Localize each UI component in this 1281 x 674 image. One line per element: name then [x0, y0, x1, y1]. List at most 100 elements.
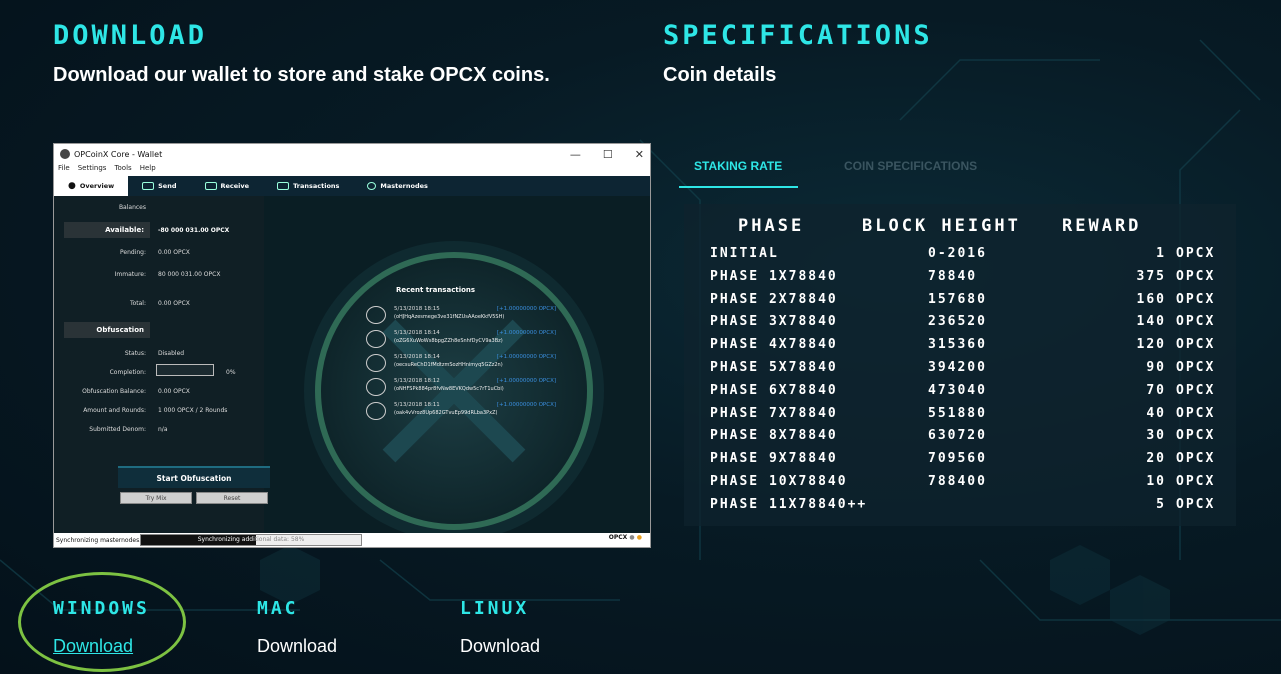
specifications-title: SPECIFICATIONS: [663, 20, 933, 51]
specifications-subtitle: Coin details: [663, 64, 777, 86]
immature-label: Immature:: [114, 271, 146, 278]
os-title-linux: LINUX: [460, 598, 530, 619]
cell-phase: PHASE 4X78840: [710, 337, 838, 353]
cell-reward: 375: [1136, 268, 1166, 284]
wallet-tab-receive: Receive: [191, 176, 264, 196]
table-row: PHASE 5X78840 394200 90 OPCX: [684, 360, 1236, 383]
wallet-statusbar: Synchronizing masternodes... Synchronizi…: [54, 533, 650, 547]
cell-phase: PHASE 5X78840: [710, 360, 838, 375]
menu-settings: Settings: [77, 164, 107, 172]
menu-help: Help: [139, 164, 156, 172]
tab-coin-specifications[interactable]: COIN SPECIFICATIONS: [844, 159, 977, 173]
cell-block: 0-2016: [928, 246, 987, 261]
wallet-titlebar: OPCoinX Core - Wallet — ☐ ✕: [54, 144, 650, 164]
menu-file: File: [58, 164, 70, 172]
cell-reward: 90: [1146, 360, 1166, 375]
denom-label: Submitted Denom:: [89, 426, 146, 433]
cell-block: 709560: [928, 451, 987, 467]
obfuscation-header: Obfuscation: [64, 322, 150, 338]
wallet-tab-overview: ● Overview: [54, 176, 129, 196]
cell-phase: PHASE 6X78840: [710, 382, 838, 398]
maximize-icon: ☐: [602, 147, 613, 161]
download-link-linux[interactable]: Download: [460, 636, 540, 657]
cell-reward: 120: [1136, 337, 1166, 353]
cell-phase: PHASE 9X78840: [710, 451, 838, 467]
status-left-text: Synchronizing masternodes...: [56, 536, 145, 544]
cell-unit: OPCX: [1176, 428, 1216, 444]
rounds-value: 1 000 OPCX / 2 Rounds: [158, 407, 228, 414]
cell-unit: OPCX: [1176, 246, 1216, 261]
cell-reward: 140: [1136, 314, 1166, 330]
wallet-tab-masternodes: Masternodes: [353, 176, 441, 196]
cell-block: 551880: [928, 405, 987, 421]
cell-phase: PHASE 8X78840: [710, 428, 838, 444]
coin-icon: [366, 306, 386, 324]
os-title-mac: MAC: [257, 598, 299, 619]
receive-icon: [204, 182, 217, 190]
column-header-phase: PHASE: [738, 216, 805, 236]
column-header-block-height: BLOCK HEIGHT: [862, 216, 1021, 236]
completion-progress-bar: [156, 364, 214, 376]
wallet-tab-send: Send: [128, 176, 190, 196]
obfuscation-balance-label: Obfuscation Balance:: [82, 388, 146, 395]
pending-value: 0.00 OPCX: [158, 249, 190, 256]
cell-block: 788400: [928, 474, 987, 489]
coin-icon: [366, 378, 386, 396]
download-title: DOWNLOAD: [53, 20, 208, 51]
cell-phase: PHASE 10X78840: [710, 474, 848, 489]
recent-transactions: Recent transactions 5/13/2018 18:15 [+1.0…: [366, 286, 556, 424]
reset-button: Reset: [196, 492, 268, 504]
obfuscation-balance-value: 0.00 OPCX: [158, 388, 190, 395]
transaction-row: 5/13/2018 18:15 [+1.00000000 OPCX] (oHJHqA…: [366, 304, 556, 328]
transactions-icon: [277, 182, 290, 190]
rounds-label: Amount and Rounds:: [83, 407, 146, 414]
staking-rate-table: PHASE BLOCK HEIGHT REWARD INITIAL 0-2016 1…: [684, 204, 1236, 526]
opcoinx-logo-icon: [60, 149, 70, 159]
wallet-balances-panel: Balances Available: -80 000 031.00 OPCX …: [54, 196, 270, 533]
download-link-mac[interactable]: Download: [257, 636, 337, 657]
immature-value: 80 000 031.00 OPCX: [158, 271, 221, 278]
table-row: PHASE 6X78840 473040 70 OPCX: [684, 383, 1236, 406]
denom-value: n/a: [158, 426, 168, 433]
cell-block: 473040: [928, 382, 987, 398]
cell-block: 78840: [928, 268, 978, 284]
balances-label: Balances: [118, 204, 146, 211]
cell-unit: OPCX: [1176, 360, 1216, 375]
cell-block: 630720: [928, 428, 987, 444]
completion-label: Completion:: [109, 369, 146, 376]
sync-progress-bar: Synchronizing additional data: 58%: [140, 534, 362, 546]
table-row: PHASE 3X78840 236520 140 OPCX: [684, 314, 1236, 337]
cell-phase: PHASE 2X78840: [710, 291, 838, 307]
table-row: PHASE 10X78840 788400 10 OPCX: [684, 474, 1236, 497]
total-label: Total:: [129, 300, 146, 307]
transaction-row: 5/13/2018 18:12 [+1.00000000 OPCX] (oNHFSP…: [366, 376, 556, 400]
tab-staking-rate[interactable]: STAKING RATE: [694, 159, 782, 173]
status-label: Status:: [124, 350, 146, 357]
download-subtitle: Download our wallet to store and stake O…: [53, 64, 550, 86]
close-icon: ✕: [634, 147, 644, 161]
wallet-body: Balances Available: -80 000 031.00 OPCX …: [54, 196, 650, 541]
cell-unit: OPCX: [1176, 451, 1216, 467]
coin-icon: [366, 354, 386, 372]
cell-reward: 10: [1146, 474, 1166, 489]
table-row: PHASE 2X78840 157680 160 OPCX: [684, 292, 1236, 315]
table-row: PHASE 11X78840++ 5 OPCX: [684, 497, 1236, 520]
minimize-icon: —: [569, 147, 581, 161]
completion-value: 0%: [226, 369, 236, 376]
cell-unit: OPCX: [1176, 496, 1216, 512]
table-row: PHASE 7X78840 551880 40 OPCX: [684, 406, 1236, 429]
cell-phase: PHASE 3X78840: [710, 314, 838, 330]
wallet-menubar: File Settings Tools Help: [54, 164, 650, 176]
cell-block: 236520: [928, 314, 987, 330]
cell-reward: 5: [1156, 496, 1166, 512]
coin-icon: [366, 330, 386, 348]
cell-phase: PHASE 7X78840: [710, 405, 838, 421]
table-row: INITIAL 0-2016 1 OPCX: [684, 246, 1236, 269]
table-row: PHASE 1X78840 78840 375 OPCX: [684, 269, 1236, 292]
recent-transactions-title: Recent transactions: [396, 286, 476, 294]
wallet-window-title: OPCoinX Core - Wallet: [74, 149, 163, 159]
column-header-reward: REWARD: [1062, 216, 1142, 236]
cell-reward: 70: [1146, 382, 1166, 398]
status-right-text: OPCX ● ●: [608, 534, 642, 541]
cell-reward: 160: [1136, 291, 1166, 307]
